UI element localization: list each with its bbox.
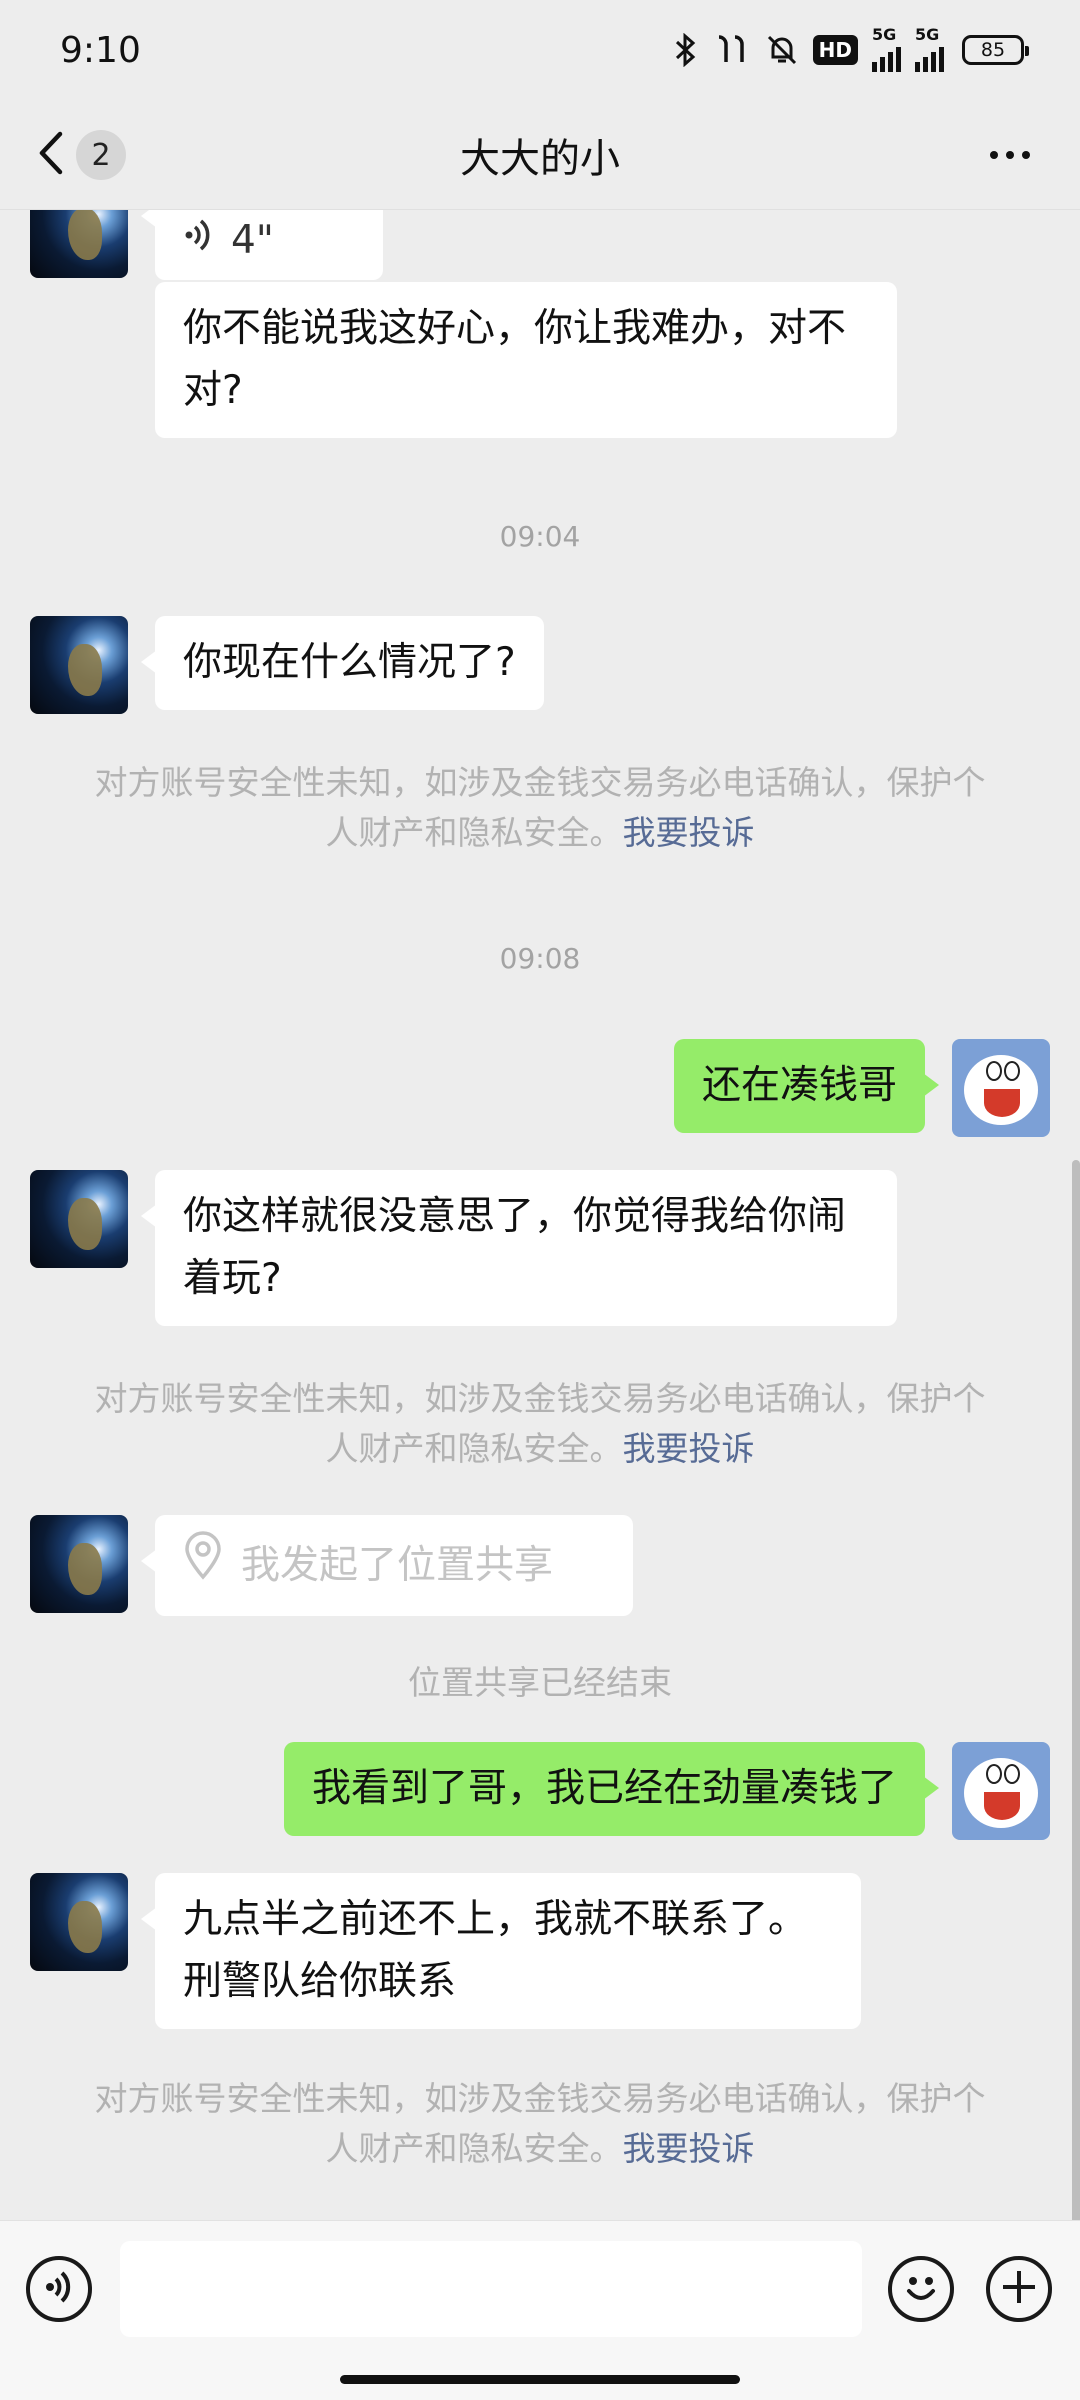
home-indicator[interactable] <box>340 2375 740 2384</box>
my-avatar[interactable] <box>952 1039 1050 1137</box>
message-text: 还在凑钱哥 <box>701 1063 897 1108</box>
my-avatar[interactable] <box>952 1742 1050 1840</box>
back-button[interactable]: 2 <box>36 120 126 190</box>
location-pin-icon <box>183 1531 223 1600</box>
message-text: 你这样就很没意思了，你觉得我给你闹着玩? <box>183 1194 847 1301</box>
voice-duration: 4" <box>231 218 274 263</box>
report-link[interactable]: 我要投诉 <box>623 813 755 852</box>
notice-text: 对方账号安全性未知，如涉及金钱交易务必电话确认，保护个人财产和隐私安全。 <box>94 763 986 852</box>
message-bubble[interactable]: 你不能说我这好心，你让我难办，对不对? <box>155 282 897 438</box>
security-notice: 对方账号安全性未知，如涉及金钱交易务必电话确认，保护个人财产和隐私安全。我要投诉 <box>80 1374 1000 1474</box>
message-text: 你不能说我这好心，你让我难办，对不对? <box>183 306 847 413</box>
contact-avatar[interactable] <box>30 1873 128 1971</box>
notice-text: 对方账号安全性未知，如涉及金钱交易务必电话确认，保护个人财产和隐私安全。 <box>94 2079 986 2168</box>
contact-avatar[interactable] <box>30 210 128 278</box>
chat-header: 2 大大的小 <box>0 100 1080 210</box>
message-bubble[interactable]: 九点半之前还不上，我就不联系了。刑警队给你联系 <box>141 1873 861 2029</box>
more-options-button[interactable] <box>980 130 1040 180</box>
message-bubble[interactable]: 你现在什么情况了? <box>141 616 544 710</box>
status-icons: HD 5G 5G 85 <box>673 27 1029 72</box>
earbuds-icon <box>713 33 751 67</box>
location-share-text: 我发起了位置共享 <box>241 1542 554 1588</box>
bluetooth-icon <box>673 33 699 67</box>
mute-bell-icon <box>765 33 799 67</box>
status-bar: 9:10 HD 5G 5G 85 <box>0 0 1080 100</box>
message-text: 我看到了哥，我已经在劲量凑钱了 <box>311 1766 897 1811</box>
voice-input-icon <box>42 2267 76 2311</box>
hd-badge-icon: HD <box>812 35 858 65</box>
message-bubble[interactable]: 你这样就很没意思了，你觉得我给你闹着玩? <box>141 1170 897 1326</box>
signal-5g-icon: 5G <box>872 27 901 72</box>
more-dots-icon <box>990 151 998 159</box>
message-text: 你现在什么情况了? <box>183 640 516 685</box>
emoji-icon <box>899 2265 943 2313</box>
report-link[interactable]: 我要投诉 <box>623 1429 755 1468</box>
message-input[interactable] <box>120 2241 862 2337</box>
plus-button[interactable] <box>986 2256 1052 2322</box>
voice-message-bubble[interactable]: 4" <box>141 210 383 280</box>
input-bar <box>0 2220 1080 2400</box>
system-message: 位置共享已经结束 <box>408 1663 672 1702</box>
voice-wave-icon <box>183 210 213 272</box>
contact-avatar[interactable] <box>30 616 128 714</box>
signal-5g-icon: 5G <box>915 27 944 72</box>
status-time: 9:10 <box>60 29 141 71</box>
security-notice: 对方账号安全性未知，如涉及金钱交易务必电话确认，保护个人财产和隐私安全。我要投诉 <box>80 758 1000 858</box>
message-bubble-outgoing[interactable]: 我看到了哥，我已经在劲量凑钱了 <box>283 1742 940 1836</box>
unread-count-badge: 2 <box>76 130 126 180</box>
chat-title: 大大的小 <box>460 135 620 182</box>
security-notice: 对方账号安全性未知，如涉及金钱交易务必电话确认，保护个人财产和隐私安全。我要投诉 <box>80 2074 1000 2174</box>
contact-avatar[interactable] <box>30 1515 128 1613</box>
timestamp: 09:08 <box>499 942 581 975</box>
battery-icon: 85 <box>962 35 1029 65</box>
plus-icon <box>999 2267 1039 2311</box>
message-text: 九点半之前还不上，我就不联系了。刑警队给你联系 <box>183 1897 808 2004</box>
location-share-bubble[interactable]: 我发起了位置共享 <box>141 1515 633 1616</box>
report-link[interactable]: 我要投诉 <box>623 2129 755 2168</box>
emoji-button[interactable] <box>888 2256 954 2322</box>
notice-text: 对方账号安全性未知，如涉及金钱交易务必电话确认，保护个人财产和隐私安全。 <box>94 1379 986 1468</box>
message-list[interactable]: 4" 你不能说我这好心，你让我难办，对不对? 09:04 你现在什么情况了? 对… <box>0 210 1080 2220</box>
message-bubble-outgoing[interactable]: 还在凑钱哥 <box>673 1039 940 1133</box>
timestamp: 09:04 <box>499 520 581 553</box>
chevron-left-icon <box>36 130 66 180</box>
voice-input-button[interactable] <box>26 2256 92 2322</box>
contact-avatar[interactable] <box>30 1170 128 1268</box>
